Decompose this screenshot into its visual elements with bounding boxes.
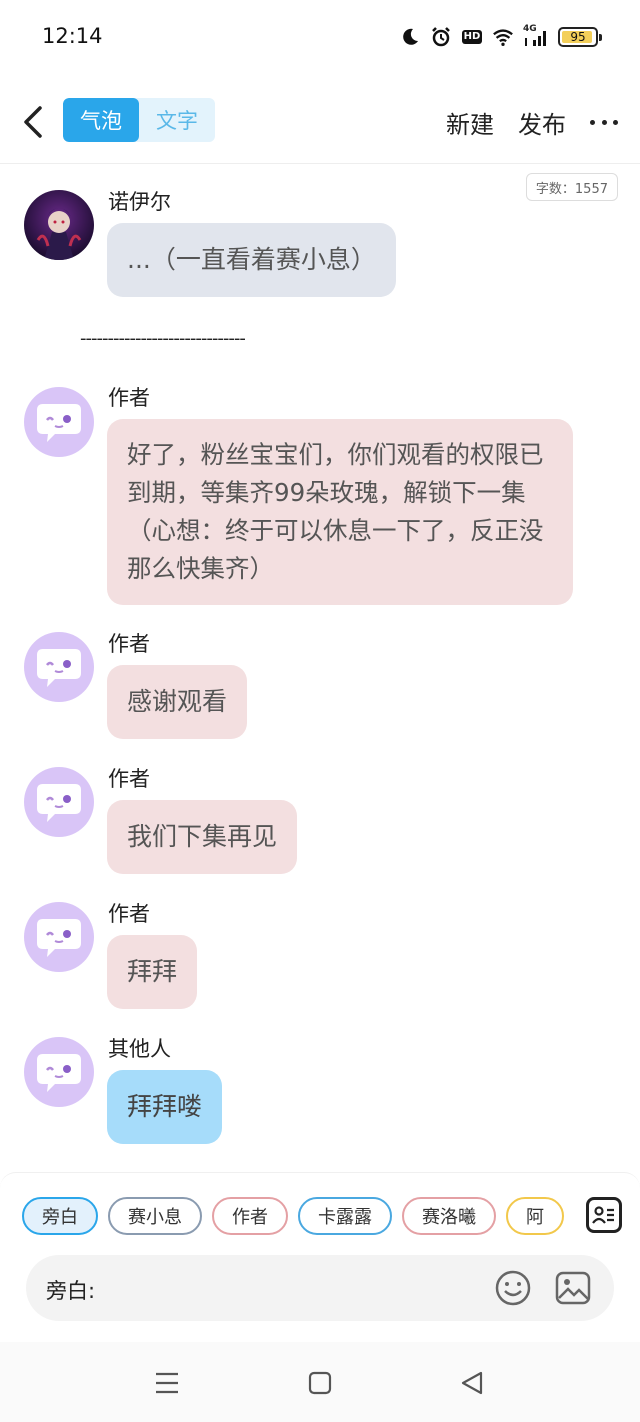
new-button[interactable]: 新建: [446, 105, 494, 140]
chat-bot-icon[interactable]: [24, 387, 94, 457]
battery-tip: [599, 34, 602, 41]
message-sender: 作者: [108, 632, 150, 656]
editor-header: 气泡 文字 新建 发布: [0, 80, 640, 164]
message-bubble[interactable]: 我们下集再见: [107, 800, 298, 874]
tab-text[interactable]: 文字: [139, 98, 215, 142]
character-chip-narrator[interactable]: 旁白: [22, 1197, 98, 1235]
composer-panel: 旁白 赛小息 作者 卡露露 赛洛曦阿 旁白:: [0, 1172, 640, 1342]
input-speaker-label: 旁白:: [46, 1279, 96, 1303]
alarm-icon: [430, 26, 452, 48]
image-icon[interactable]: [554, 1269, 592, 1307]
message-bubble[interactable]: 好了，粉丝宝宝们，你们观看的权限已到期，等集齐99朵玫瑰，解锁下一集（心想：终于…: [107, 419, 573, 605]
back-arrow-icon: [24, 106, 42, 138]
character-list-button[interactable]: [586, 1197, 622, 1233]
wifi-icon: [492, 26, 514, 48]
status-icons: HD 4G 95: [399, 24, 602, 50]
status-time: 12:14: [42, 24, 103, 48]
character-selector: 旁白 赛小息 作者 卡露露 赛洛曦阿: [22, 1197, 568, 1237]
chat-bot-icon[interactable]: [24, 1037, 94, 1107]
message-bubble[interactable]: ...（一直看着赛小息）: [107, 223, 396, 297]
message-input[interactable]: [116, 1267, 496, 1309]
emoji-icon[interactable]: [494, 1269, 532, 1307]
message-sender: 其他人: [108, 1037, 171, 1061]
message-bubble[interactable]: 拜拜喽: [107, 1070, 223, 1144]
tab-bubble[interactable]: 气泡: [63, 98, 139, 142]
mode-toggle: 气泡 文字: [63, 98, 215, 142]
message-sender: 诺伊尔: [108, 190, 171, 214]
contact-card-icon: [592, 1206, 614, 1224]
chat-message: 诺伊尔 ...（一直看着赛小息）: [0, 188, 640, 308]
hd-label: HD: [461, 30, 483, 44]
chat-message: 其他人 拜拜喽: [0, 1035, 640, 1145]
message-bubble[interactable]: 感谢观看: [107, 665, 248, 739]
message-input-row: 旁白:: [26, 1255, 614, 1321]
publish-button[interactable]: 发布: [518, 105, 566, 140]
battery-level: 95: [570, 30, 586, 44]
moon-icon: [399, 26, 421, 48]
chat-bot-icon[interactable]: [24, 632, 94, 702]
header-actions: 新建 发布: [446, 102, 618, 142]
battery-icon: 95: [558, 27, 602, 47]
character-chip[interactable]: 赛小息: [108, 1197, 202, 1235]
back-button[interactable]: [18, 102, 48, 142]
network-type-label: 4G: [523, 24, 537, 34]
chat-bot-icon[interactable]: [24, 767, 94, 837]
menu-nav-icon[interactable]: [154, 1370, 180, 1396]
character-chip[interactable]: 阿: [506, 1197, 564, 1235]
hd-icon: HD: [461, 26, 483, 48]
chat-message: 作者 好了，粉丝宝宝们，你们观看的权限已到期，等集齐99朵玫瑰，解锁下一集（心想…: [0, 384, 640, 606]
back-nav-icon[interactable]: [459, 1370, 485, 1396]
home-nav-icon[interactable]: [307, 1370, 333, 1396]
more-options-icon[interactable]: [590, 119, 618, 125]
chat-message: 作者 感谢观看: [0, 630, 640, 740]
chat-message: 作者 拜拜: [0, 900, 640, 1010]
cellular-signal-icon: 4G: [523, 24, 549, 48]
status-bar: 12:14 HD 4G 95: [0, 0, 640, 76]
character-chip[interactable]: 作者: [212, 1197, 288, 1235]
message-sender: 作者: [108, 386, 150, 410]
message-bubble[interactable]: 拜拜: [107, 935, 198, 1009]
message-sender: 作者: [108, 767, 150, 791]
system-nav-bar: [0, 1342, 640, 1422]
character-chip[interactable]: 卡露露: [298, 1197, 392, 1235]
character-chip[interactable]: 赛洛曦: [402, 1197, 496, 1235]
chat-bot-icon[interactable]: [24, 902, 94, 972]
chat-message: 作者 我们下集再见: [0, 765, 640, 875]
character-avatar[interactable]: [24, 190, 94, 260]
message-sender: 作者: [108, 902, 150, 926]
scene-divider: ------------------------------: [80, 328, 246, 349]
